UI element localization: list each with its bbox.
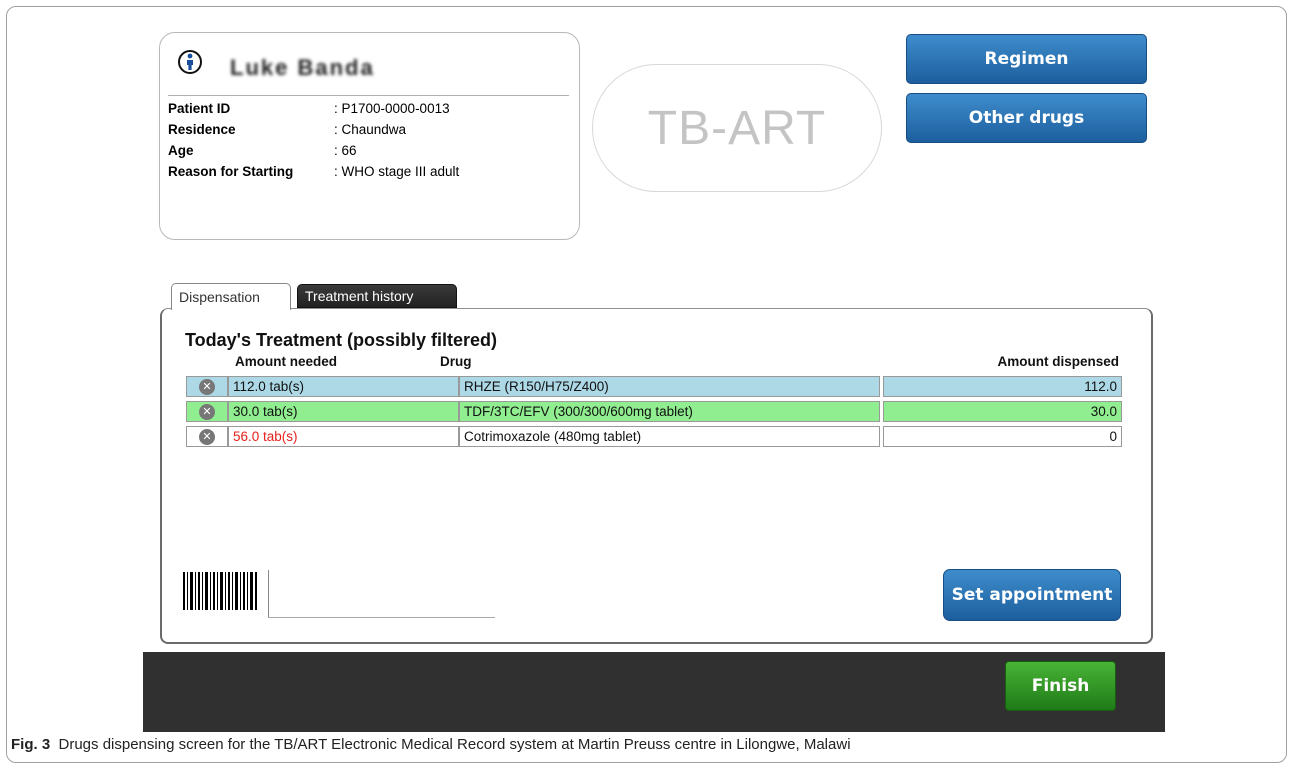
table-row: ✕ 112.0 tab(s) RHZE (R150/H75/Z400) 112.… <box>186 376 1122 397</box>
figure-caption: Fig. 3 Drugs dispensing screen for the T… <box>11 736 851 753</box>
info-value: : Chaundwa <box>334 122 407 137</box>
treatment-title: Today's Treatment (possibly filtered) <box>185 330 498 350</box>
patient-card: Luke Banda Patient ID : P1700-0000-0013 … <box>159 32 580 240</box>
person-icon <box>178 50 202 74</box>
header-drug: Drug <box>440 354 472 369</box>
remove-drug-button[interactable]: ✕ <box>186 426 228 447</box>
info-value: : P1700-0000-0013 <box>334 101 450 116</box>
amount-dispensed-field[interactable]: 112.0 <box>883 376 1122 397</box>
info-value: : 66 <box>334 143 357 158</box>
other-drugs-button[interactable]: Other drugs <box>906 93 1147 143</box>
remove-circle-icon: ✕ <box>199 378 215 395</box>
header-amount-needed: Amount needed <box>235 354 338 369</box>
dispensation-panel: Today's Treatment (possibly filtered) Am… <box>160 308 1153 644</box>
amount-dispensed-field[interactable]: 0 <box>883 426 1122 447</box>
tab-treatment-history[interactable]: Treatment history <box>297 284 457 308</box>
table-row: ✕ 30.0 tab(s) TDF/3TC/EFV (300/300/600mg… <box>186 401 1122 422</box>
info-row-age: Age : 66 <box>168 142 459 163</box>
card-divider <box>168 95 569 96</box>
tab-dispensation[interactable]: Dispensation <box>171 283 291 310</box>
amount-needed-cell: 30.0 tab(s) <box>228 401 459 422</box>
remove-drug-button[interactable]: ✕ <box>186 401 228 422</box>
amount-needed-cell: 112.0 tab(s) <box>228 376 459 397</box>
logo-text: TB-ART <box>647 101 827 155</box>
info-label: Reason for Starting <box>168 164 294 179</box>
barcode-input[interactable] <box>268 570 495 618</box>
header-amount-dispensed: Amount dispensed <box>997 354 1119 369</box>
finish-button[interactable]: Finish <box>1005 661 1116 711</box>
info-row-reason: Reason for Starting : WHO stage III adul… <box>168 163 459 184</box>
remove-circle-icon: ✕ <box>199 403 215 420</box>
tb-art-logo: TB-ART <box>592 64 882 192</box>
amount-dispensed-field[interactable]: 30.0 <box>883 401 1122 422</box>
remove-drug-button[interactable]: ✕ <box>186 376 228 397</box>
table-row: ✕ 56.0 tab(s) Cotrimoxazole (480mg table… <box>186 426 1122 447</box>
bottom-toolbar: Finish <box>143 652 1165 732</box>
regimen-button[interactable]: Regimen <box>906 34 1147 84</box>
info-row-residence: Residence : Chaundwa <box>168 121 459 142</box>
patient-name: Luke Banda <box>230 55 375 80</box>
barcode-icon <box>183 572 257 610</box>
drug-name-cell: TDF/3TC/EFV (300/300/600mg tablet) <box>459 401 880 422</box>
drug-name-cell: Cotrimoxazole (480mg tablet) <box>459 426 880 447</box>
caption-text: Drugs dispensing screen for the TB/ART E… <box>58 736 851 753</box>
info-label: Patient ID <box>168 101 231 116</box>
info-label: Age <box>168 143 194 158</box>
drug-name-cell: RHZE (R150/H75/Z400) <box>459 376 880 397</box>
caption-label: Fig. 3 <box>11 736 51 753</box>
remove-circle-icon: ✕ <box>199 428 215 445</box>
app-screen: Luke Banda Patient ID : P1700-0000-0013 … <box>143 16 1165 732</box>
set-appointment-button[interactable]: Set appointment <box>943 569 1121 621</box>
info-row-patient-id: Patient ID : P1700-0000-0013 <box>168 100 459 121</box>
amount-needed-cell: 56.0 tab(s) <box>228 426 459 447</box>
info-label: Residence <box>168 122 236 137</box>
info-value: : WHO stage III adult <box>334 164 460 179</box>
patient-info-table: Patient ID : P1700-0000-0013 Residence :… <box>168 100 459 184</box>
